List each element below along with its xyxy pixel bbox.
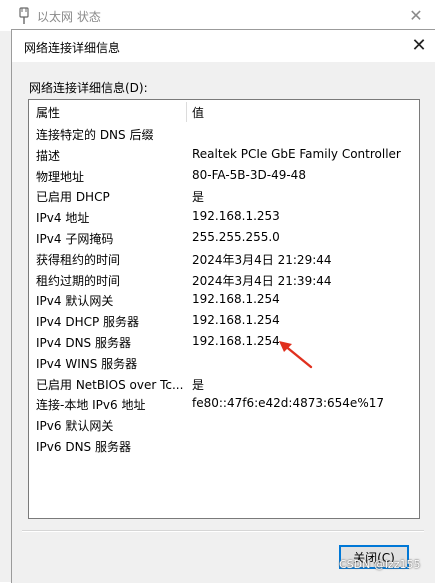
property-name: IPv4 WINS 服务器	[36, 356, 138, 371]
property-value: 192.168.1.254	[192, 313, 280, 328]
list-item[interactable]: 租约过期的时间 2024年3月4日 21:39:44	[29, 270, 419, 291]
property-name: IPv4 DHCP 服务器	[36, 315, 140, 330]
property-value: Realtek PCIe GbE Family Controller	[192, 146, 401, 161]
property-name: IPv6 默认网关	[36, 419, 114, 434]
property-value: 192.168.1.253	[192, 209, 280, 224]
list-item[interactable]: IPv4 WINS 服务器	[29, 353, 419, 374]
list-item[interactable]: IPv6 DNS 服务器	[29, 436, 419, 457]
column-divider[interactable]	[186, 102, 187, 122]
list-item[interactable]: 连接-本地 IPv6 地址 fe80::47f6:e42d:4873:654e%1…	[29, 394, 419, 415]
column-header-value[interactable]: 值	[192, 104, 204, 121]
list-item[interactable]: 连接特定的 DNS 后缀	[29, 124, 419, 145]
details-listview[interactable]: 属性 值 连接特定的 DNS 后缀 描述 Realtek PCIe GbE Fam…	[28, 99, 420, 519]
property-value: 是	[192, 377, 205, 392]
list-item[interactable]: IPv4 默认网关 192.168.1.254	[29, 290, 419, 311]
property-value: fe80::47f6:e42d:4873:654e%17	[192, 396, 384, 411]
property-name: 连接特定的 DNS 后缀	[36, 128, 154, 142]
property-name: IPv4 地址	[36, 211, 90, 226]
parent-titlebar: 以太网 状态 ✕	[0, 0, 435, 31]
list-item[interactable]: IPv4 DHCP 服务器 192.168.1.254	[29, 311, 419, 332]
property-name: IPv4 子网掩码	[36, 231, 114, 246]
property-value: 192.168.1.254	[192, 333, 280, 348]
dialog-titlebar: 网络连接详细信息 ✕	[12, 30, 435, 62]
property-value: 255.255.255.0	[192, 229, 280, 244]
list-item[interactable]: 已启用 NetBIOS over Tc... 是	[29, 374, 419, 395]
property-name: IPv4 DNS 服务器	[36, 335, 131, 350]
column-header: 属性 值	[29, 100, 419, 124]
parent-close-icon[interactable]: ✕	[409, 6, 423, 26]
dialog-close-icon[interactable]: ✕	[410, 36, 428, 56]
list-item[interactable]: 物理地址 80-FA-5B-3D-49-48	[29, 166, 419, 187]
column-header-property[interactable]: 属性	[36, 104, 60, 121]
property-name: IPv6 DNS 服务器	[36, 439, 131, 454]
list-item[interactable]: 获得租约的时间 2024年3月4日 21:29:44	[29, 249, 419, 270]
network-plug-icon	[19, 7, 29, 24]
details-rows: 连接特定的 DNS 后缀 描述 Realtek PCIe GbE Family C…	[29, 124, 419, 457]
parent-window-title: 以太网 状态	[37, 10, 101, 24]
property-value: 是	[192, 190, 205, 205]
watermark: CSDN @lzz155	[339, 558, 421, 571]
dialog-title: 网络连接详细信息	[24, 41, 121, 55]
property-name: 已启用 DHCP	[36, 190, 110, 205]
red-arrow-icon	[279, 341, 313, 369]
property-value: 192.168.1.254	[192, 292, 280, 307]
property-name: 已启用 NetBIOS over Tc...	[36, 377, 184, 392]
property-name: 物理地址	[36, 169, 85, 184]
list-item[interactable]: IPv6 默认网关	[29, 415, 419, 436]
list-item[interactable]: IPv4 DNS 服务器 192.168.1.254	[29, 332, 419, 353]
property-name: 获得租约的时间	[36, 252, 121, 267]
details-label: 网络连接详细信息(D):	[29, 81, 148, 95]
property-value: 80-FA-5B-3D-49-48	[192, 167, 306, 182]
property-value: 2024年3月4日 21:39:44	[192, 273, 332, 288]
property-name: 描述	[36, 148, 61, 163]
property-name: 租约过期的时间	[36, 273, 121, 288]
list-item[interactable]: 描述 Realtek PCIe GbE Family Controller	[29, 145, 419, 166]
button-separator	[22, 530, 424, 532]
list-item[interactable]: IPv4 地址 192.168.1.253	[29, 207, 419, 228]
property-value: 2024年3月4日 21:29:44	[192, 252, 332, 267]
property-name: IPv4 默认网关	[36, 294, 114, 309]
list-item[interactable]: 已启用 DHCP 是	[29, 186, 419, 207]
list-item[interactable]: IPv4 子网掩码 255.255.255.0	[29, 228, 419, 249]
property-name: 连接-本地 IPv6 地址	[36, 398, 146, 413]
